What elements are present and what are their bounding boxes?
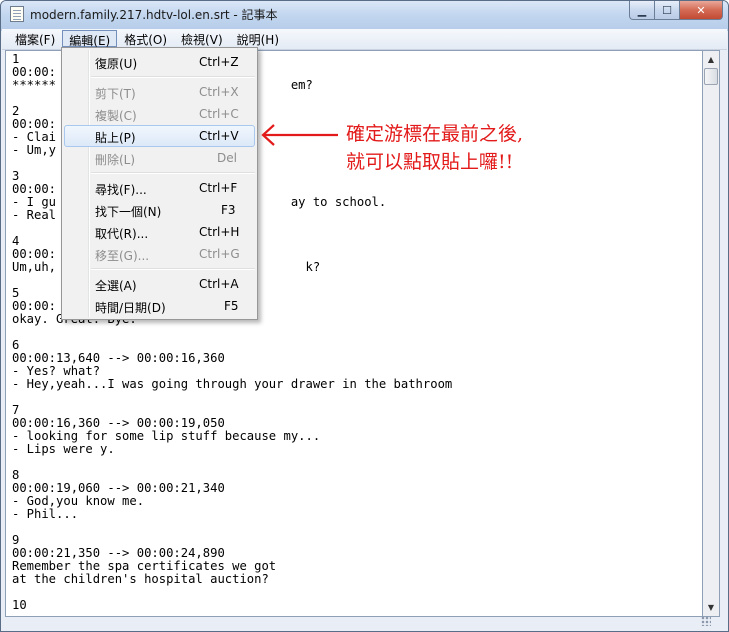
menu-separator xyxy=(91,76,255,78)
edit-menu-replace[interactable]: 取代(R)... Ctrl+H xyxy=(64,221,255,243)
edit-menu-paste[interactable]: 貼上(P) Ctrl+V xyxy=(64,125,255,147)
minimize-button[interactable]: ▁ xyxy=(629,1,655,20)
scrollbar-thumb[interactable] xyxy=(704,68,718,85)
edit-menu-select-all[interactable]: 全選(A) Ctrl+A xyxy=(64,273,255,295)
menu-item-shortcut: Ctrl+G xyxy=(199,247,240,261)
menu-item-shortcut: Ctrl+F xyxy=(199,181,238,195)
menu-item-label: 剪下(T) xyxy=(95,87,136,101)
menu-file[interactable]: 檔案(F) xyxy=(8,29,62,47)
notepad-app-icon[interactable] xyxy=(10,6,24,22)
status-strip xyxy=(5,616,720,629)
menu-item-label: 時間/日期(D) xyxy=(95,301,166,315)
edit-menu-delete[interactable]: 刪除(L) Del xyxy=(64,147,255,169)
menu-format[interactable]: 格式(O) xyxy=(117,29,174,47)
annotation-line-1: 確定游標在最前之後, xyxy=(346,123,524,145)
edit-menu-copy[interactable]: 複製(C) Ctrl+C xyxy=(64,103,255,125)
annotation-arrow-icon xyxy=(261,124,338,146)
menu-item-label: 全選(A) xyxy=(95,279,137,293)
menu-item-shortcut: Ctrl+C xyxy=(199,107,239,121)
edit-menu-dropdown: 復原(U) Ctrl+Z 剪下(T) Ctrl+X 複製(C) Ctrl+C 貼… xyxy=(61,47,258,320)
menu-item-label: 複製(C) xyxy=(95,109,137,123)
edit-menu-cut[interactable]: 剪下(T) Ctrl+X xyxy=(64,81,255,103)
menu-item-shortcut: F5 xyxy=(224,299,239,313)
edit-menu-time-date[interactable]: 時間/日期(D) F5 xyxy=(64,295,255,317)
menu-item-shortcut: Del xyxy=(217,151,237,165)
resize-grip-icon[interactable] xyxy=(701,616,711,626)
menu-help[interactable]: 說明(H) xyxy=(230,29,286,47)
menu-item-shortcut: F3 xyxy=(221,203,236,217)
window-title: modern.family.217.hdtv-lol.en.srt - 記事本 xyxy=(30,8,278,22)
title-bar[interactable]: modern.family.217.hdtv-lol.en.srt - 記事本 … xyxy=(1,1,728,29)
vertical-scrollbar[interactable]: ▲ ▼ xyxy=(702,50,720,617)
window-controls: ▁ ☐ ✕ xyxy=(629,1,723,20)
menu-item-shortcut: Ctrl+H xyxy=(199,225,240,239)
edit-menu-find[interactable]: 尋找(F)... Ctrl+F xyxy=(64,177,255,199)
menu-view[interactable]: 檢視(V) xyxy=(174,29,230,47)
menu-item-label: 移至(G)... xyxy=(95,249,150,263)
annotation-line-2: 就可以點取貼上囉!! xyxy=(346,151,514,173)
edit-menu-goto[interactable]: 移至(G)... Ctrl+G xyxy=(64,243,255,265)
menu-item-label: 復原(U) xyxy=(95,57,138,71)
edit-menu-find-next[interactable]: 找下一個(N) F3 xyxy=(64,199,255,221)
menu-item-label: 找下一個(N) xyxy=(95,205,162,219)
menu-item-shortcut: Ctrl+V xyxy=(199,129,239,143)
menu-separator xyxy=(91,172,255,174)
maximize-button[interactable]: ☐ xyxy=(655,1,680,20)
menu-item-shortcut: Ctrl+Z xyxy=(199,55,239,69)
edit-menu-undo[interactable]: 復原(U) Ctrl+Z xyxy=(64,51,255,73)
menu-item-label: 刪除(L) xyxy=(95,153,136,167)
menu-item-label: 取代(R)... xyxy=(95,227,149,241)
scroll-down-arrow-icon[interactable]: ▼ xyxy=(704,600,718,615)
menu-item-shortcut: Ctrl+X xyxy=(199,85,239,99)
close-button[interactable]: ✕ xyxy=(680,1,723,20)
menu-item-label: 尋找(F)... xyxy=(95,183,147,197)
menu-item-label: 貼上(P) xyxy=(95,131,136,145)
menu-edit[interactable]: 編輯(E) xyxy=(62,30,118,48)
annotation-note: 確定游標在最前之後, 就可以點取貼上囉!! xyxy=(346,120,523,176)
menu-separator xyxy=(91,268,255,270)
menu-item-shortcut: Ctrl+A xyxy=(199,277,239,291)
scroll-up-arrow-icon[interactable]: ▲ xyxy=(704,52,718,67)
